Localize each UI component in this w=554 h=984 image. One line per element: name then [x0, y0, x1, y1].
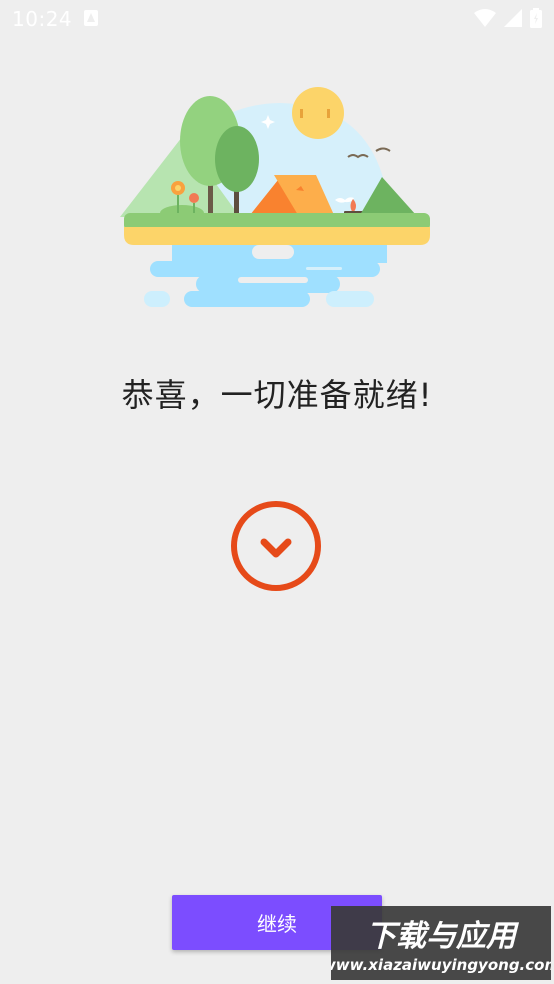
svg-text:下载与应用: 下载与应用 — [366, 919, 520, 954]
status-bar: 10:24 — [0, 0, 554, 38]
site-watermark-logo: 下载与应用 www.xiazaiwuyingyong.com — [322, 906, 554, 980]
svg-text:www.xiazaiwuyingyong.com: www.xiazaiwuyingyong.com — [331, 956, 551, 974]
camping-illustration — [120, 85, 434, 315]
signal-icon — [504, 9, 522, 31]
status-time: 10:24 — [12, 7, 73, 31]
notification-icon — [84, 10, 98, 30]
ready-headline: 恭喜，一切准备就绪! — [121, 376, 433, 414]
battery-icon — [530, 8, 542, 32]
sun-icon — [292, 87, 344, 139]
status-icons — [474, 8, 542, 32]
wifi-icon — [474, 9, 496, 31]
check-circle-icon — [230, 500, 322, 592]
